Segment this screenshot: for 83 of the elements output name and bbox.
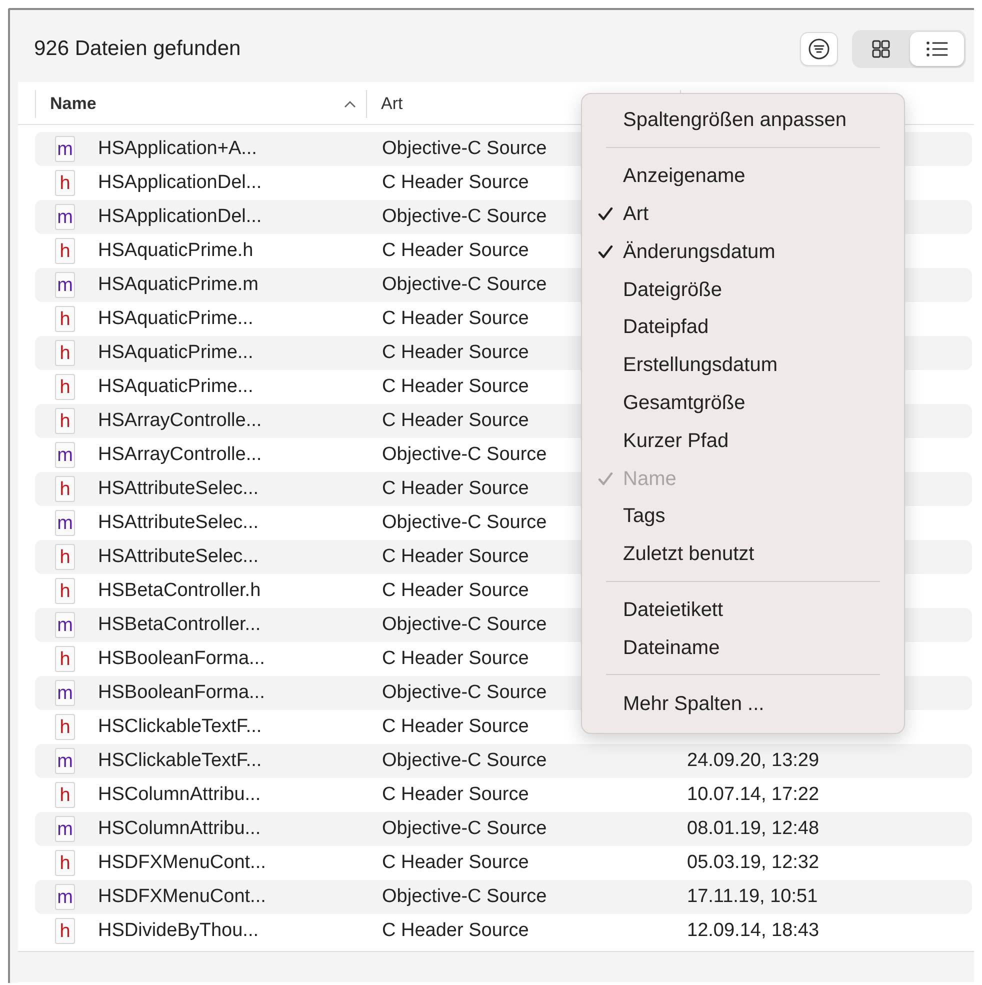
file-type: C Header Source (382, 478, 529, 500)
source-file-icon: h (55, 714, 75, 740)
file-name: HSClickableTextF... (98, 716, 262, 738)
source-file-icon: h (55, 170, 75, 196)
modified-date: 12.09.14, 18:43 (687, 920, 820, 942)
file-name: HSAttributeSelec... (98, 546, 259, 568)
source-file-icon: h (55, 578, 75, 604)
file-type: Objective-C Source (382, 206, 547, 228)
file-name: HSApplication+A... (98, 138, 257, 160)
file-name: HSBooleanForma... (98, 648, 265, 670)
file-name: HSColumnAttribu... (98, 784, 261, 806)
file-name: HSAquaticPrime... (98, 376, 254, 398)
source-file-icon: h (55, 408, 75, 434)
file-type: C Header Source (382, 580, 529, 602)
source-file-icon: m (55, 680, 75, 706)
file-type: C Header Source (382, 784, 529, 806)
file-type: C Header Source (382, 410, 529, 432)
source-file-icon: m (55, 136, 75, 162)
file-name: HSDFXMenuCont... (98, 852, 266, 874)
source-file-icon: h (55, 476, 75, 502)
file-type: C Header Source (382, 308, 529, 330)
file-type: C Header Source (382, 852, 529, 874)
column-header[interactable]: Name (35, 90, 366, 118)
file-type: C Header Source (382, 920, 529, 942)
file-type: Objective-C Source (382, 886, 547, 908)
source-file-icon: m (55, 748, 75, 774)
file-type: Objective-C Source (382, 818, 547, 840)
file-name: HSArrayControlle... (98, 410, 262, 432)
source-file-icon: h (55, 646, 75, 672)
source-file-icon: h (55, 306, 75, 332)
file-name: HSDivideByThou... (98, 920, 259, 942)
row-stripe[interactable]: m HSColumnAttribu... Objective-C Source 08.01.19, 12:48 (35, 812, 972, 846)
file-name: HSColumnAttribu... (98, 818, 261, 840)
modified-date: 08.01.19, 12:48 (687, 818, 820, 840)
source-file-icon: h (55, 918, 75, 944)
file-type: Objective-C Source (382, 750, 547, 772)
source-file-icon: h (55, 374, 75, 400)
file-name: HSArrayControlle... (98, 444, 262, 466)
source-file-icon: h (55, 850, 75, 876)
file-type: C Header Source (382, 648, 529, 670)
file-type: Objective-C Source (382, 138, 547, 160)
modified-date: 24.09.20, 13:29 (687, 750, 820, 772)
file-type: C Header Source (382, 546, 529, 568)
file-type: C Header Source (382, 376, 529, 398)
modified-date: 10.07.14, 17:22 (687, 784, 820, 806)
results-count-title: 926 Dateien gefunden (34, 37, 241, 61)
source-file-icon: h (55, 238, 75, 264)
file-type: Objective-C Source (382, 512, 547, 534)
file-type: Objective-C Source (382, 614, 547, 636)
source-file-icon: m (55, 272, 75, 298)
file-name: HSBooleanForma... (98, 682, 265, 704)
source-file-icon: m (55, 884, 75, 910)
source-file-icon: m (55, 510, 75, 536)
file-type: C Header Source (382, 716, 529, 738)
source-file-icon: m (55, 612, 75, 638)
file-name: HSAquaticPrime.m (98, 274, 258, 296)
modified-date: 17.11.19, 10:51 (687, 886, 818, 908)
file-name: HSAquaticPrime... (98, 308, 254, 330)
file-name: HSBetaController.h (98, 580, 261, 602)
file-name: HSClickableTextF... (98, 750, 262, 772)
source-file-icon: m (55, 442, 75, 468)
file-type: Objective-C Source (382, 444, 547, 466)
file-name: HSAttributeSelec... (98, 512, 259, 534)
row-stripe[interactable]: m HSClickableTextF... Objective-C Source 24.09.20, 13:29 (35, 744, 972, 778)
file-type: C Header Source (382, 342, 529, 364)
file-type: Objective-C Source (382, 682, 547, 704)
file-name: HSApplicationDel... (98, 206, 262, 228)
source-file-icon: m (55, 816, 75, 842)
source-file-icon: h (55, 544, 75, 570)
modified-date: 05.03.19, 12:32 (687, 852, 820, 874)
file-name: HSAquaticPrime... (98, 342, 254, 364)
file-name: HSAquaticPrime.h (98, 240, 254, 262)
row-stripe[interactable]: m HSDFXMenuCont... Objective-C Source 17.11.19, 10:51 (35, 880, 972, 914)
source-file-icon: h (55, 340, 75, 366)
file-name: HSDFXMenuCont... (98, 886, 266, 908)
file-type: C Header Source (382, 240, 529, 262)
file-name: HSAttributeSelec... (98, 478, 259, 500)
file-type: C Header Source (382, 172, 529, 194)
source-file-icon: m (55, 204, 75, 230)
file-name: HSBetaController... (98, 614, 261, 636)
source-file-icon: h (55, 782, 75, 808)
file-type: Objective-C Source (382, 274, 547, 296)
file-name: HSApplicationDel... (98, 172, 262, 194)
